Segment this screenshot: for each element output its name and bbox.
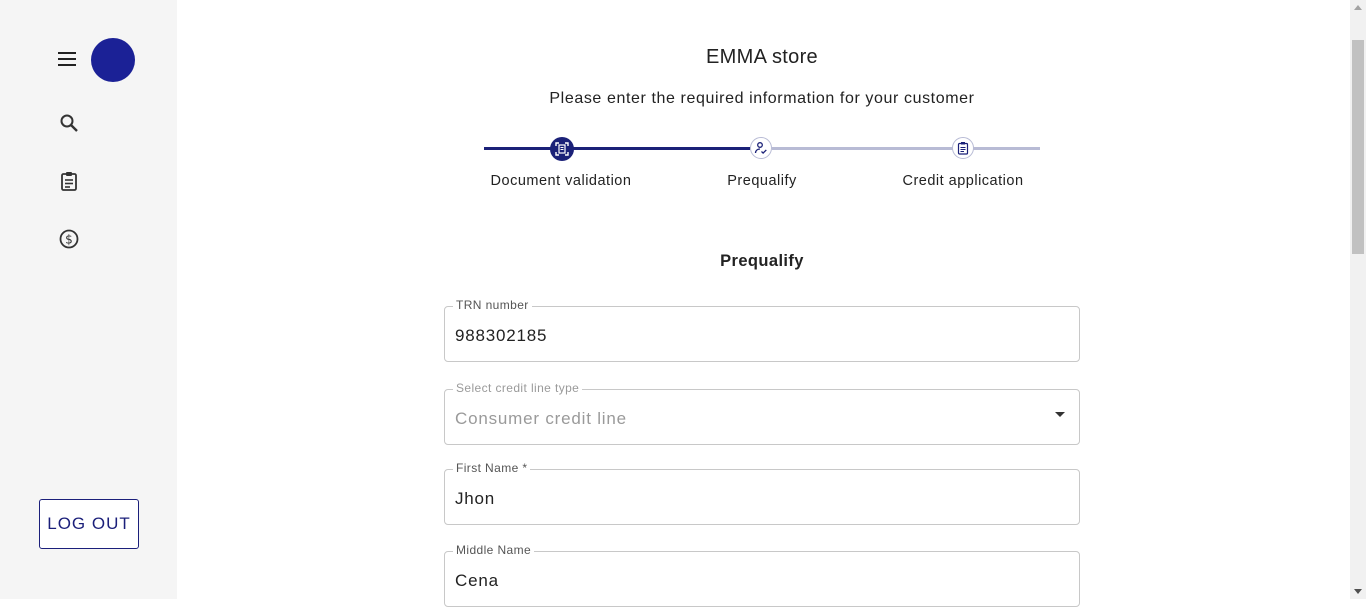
section-title: Prequalify <box>720 252 804 270</box>
avatar[interactable] <box>91 38 135 82</box>
menu-icon[interactable] <box>56 49 78 69</box>
middle-name-label: Middle Name <box>453 543 535 557</box>
scroll-up-icon[interactable] <box>1354 5 1362 10</box>
stepper-track-completed <box>484 147 750 150</box>
step-label-document-validation: Document validation <box>490 173 632 189</box>
first-name-field[interactable]: First Name * Jhon <box>444 461 1080 525</box>
search-icon[interactable] <box>58 112 80 134</box>
credit-line-type-select[interactable]: Select credit line type Consumer credit … <box>444 381 1080 445</box>
stepper-track-pending <box>772 147 1040 150</box>
trn-number-value: 988302185 <box>455 326 548 345</box>
scroll-down-icon[interactable] <box>1354 589 1362 594</box>
dollar-circle-icon[interactable]: $ <box>58 228 80 250</box>
first-name-label: First Name * <box>453 461 531 475</box>
scroll-thumb[interactable] <box>1352 40 1364 254</box>
clipboard-icon[interactable] <box>58 170 80 192</box>
step-label-prequalify: Prequalify <box>727 173 797 189</box>
middle-name-value: Cena <box>455 571 499 590</box>
step-label-credit-application: Credit application <box>902 173 1024 189</box>
page-scrollbar[interactable] <box>1350 0 1366 599</box>
person-check-icon[interactable] <box>750 137 772 159</box>
document-scan-icon[interactable] <box>550 137 574 161</box>
logout-button[interactable]: LOG OUT <box>39 499 139 549</box>
chevron-down-icon[interactable] <box>1055 412 1065 417</box>
page-title: EMMA store <box>706 46 818 68</box>
sidebar: $ LOG OUT <box>0 0 177 599</box>
trn-number-label: TRN number <box>453 298 532 312</box>
credit-line-type-label: Select credit line type <box>453 381 583 395</box>
trn-number-field[interactable]: TRN number 988302185 <box>444 298 1080 362</box>
clipboard-icon[interactable] <box>952 137 974 159</box>
svg-text:$: $ <box>65 233 73 247</box>
page-subtitle: Please enter the required information fo… <box>549 90 975 107</box>
first-name-value: Jhon <box>455 489 496 508</box>
credit-line-type-value: Consumer credit line <box>455 409 627 428</box>
